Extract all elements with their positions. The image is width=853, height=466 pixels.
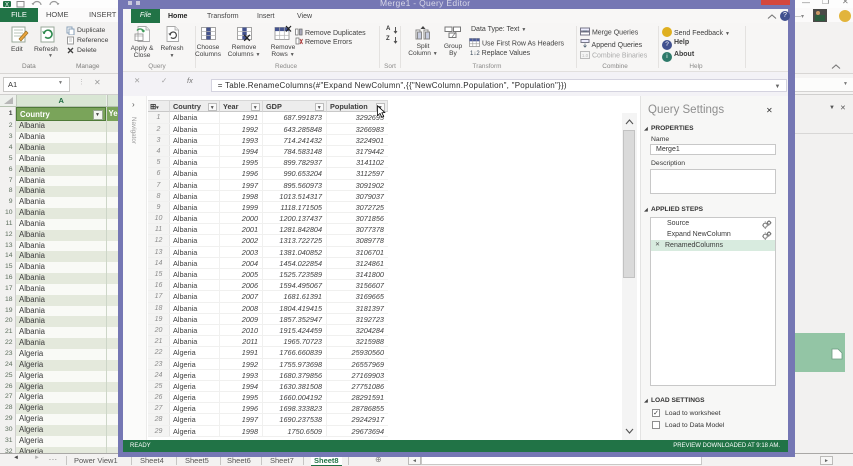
svg-text:1.0: 1.0: [582, 53, 589, 58]
